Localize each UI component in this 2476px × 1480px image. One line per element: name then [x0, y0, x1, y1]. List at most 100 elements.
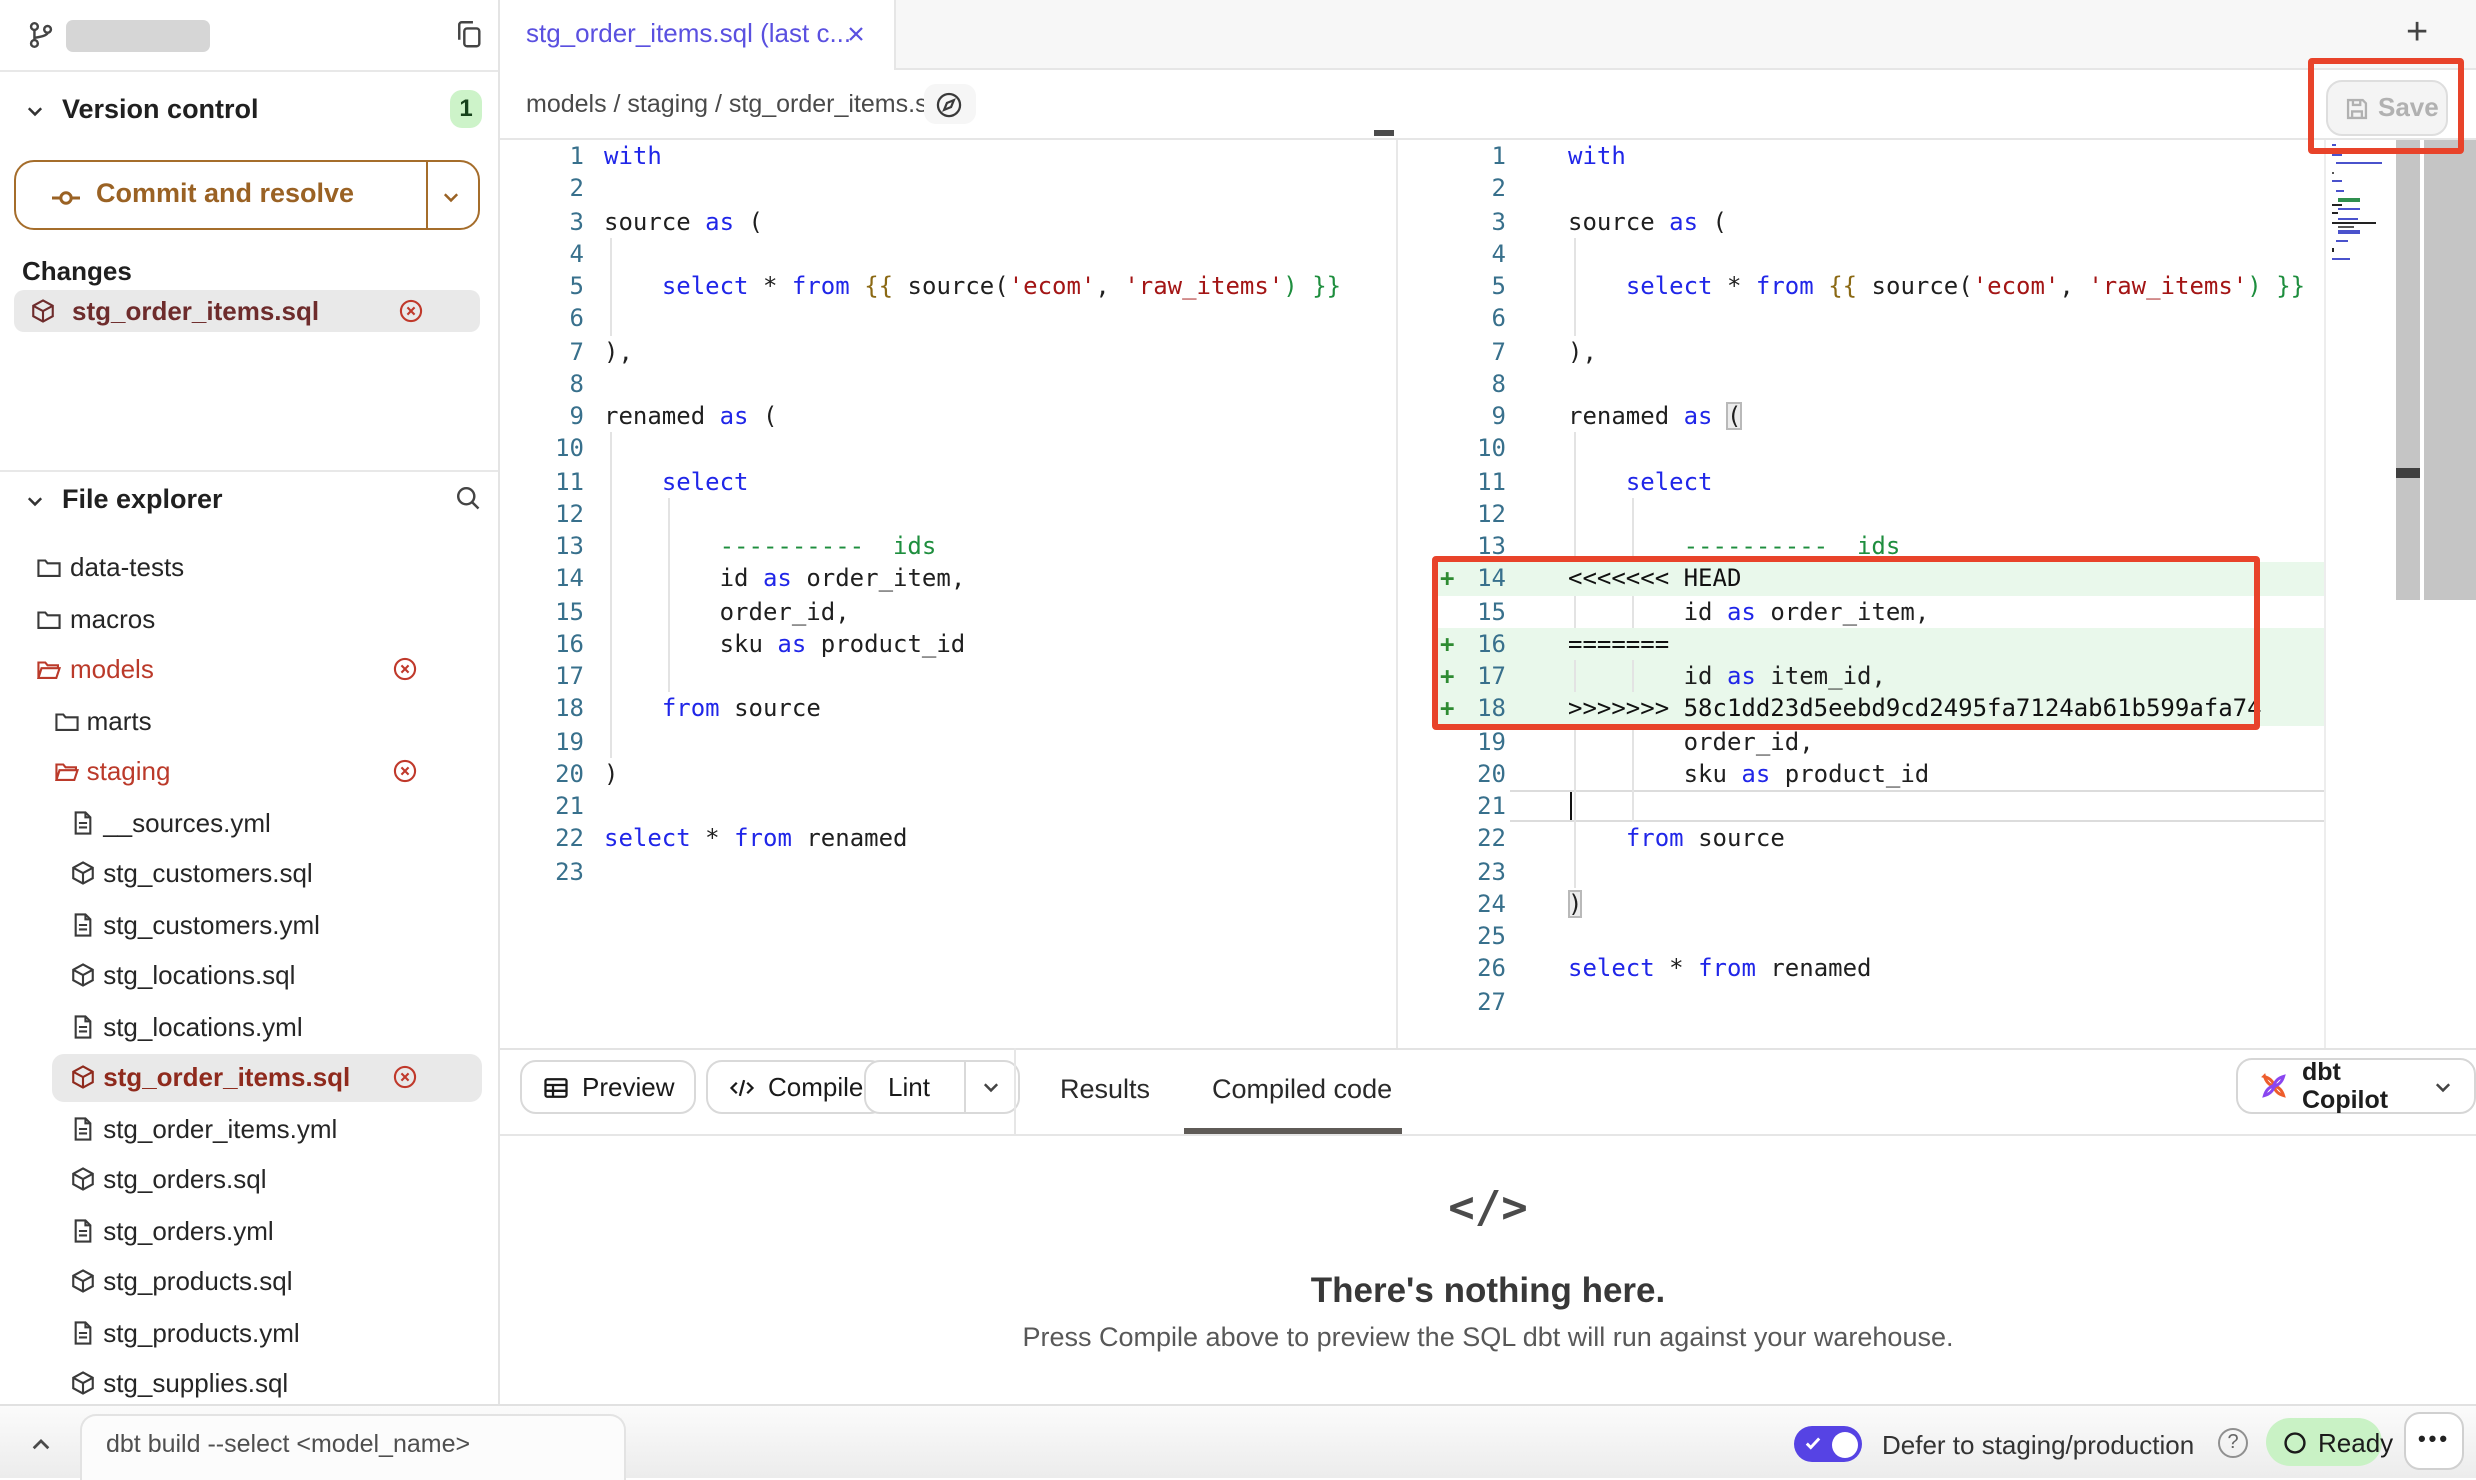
code-line-15[interactable]: 15 order_id,	[500, 595, 1396, 628]
search-icon[interactable]	[454, 484, 482, 512]
commit-dropdown-chevron-icon[interactable]	[440, 186, 462, 208]
discard-change-icon[interactable]	[398, 298, 424, 324]
help-icon[interactable]: ?	[2218, 1428, 2248, 1458]
version-control-chevron-icon[interactable]	[24, 100, 46, 122]
code-line-22[interactable]: 22 from source	[1400, 823, 2324, 856]
code-line-15[interactable]: 15 id as order_item,	[1400, 595, 2324, 628]
code-line-6[interactable]: 6	[1400, 303, 2324, 336]
code-line-21[interactable]: 21	[500, 790, 1396, 823]
code-line-25[interactable]: 25	[1400, 920, 2324, 953]
code-line-5[interactable]: 5 select * from {{ source('ecom', 'raw_i…	[1400, 270, 2324, 303]
preview-button[interactable]: Preview	[520, 1060, 697, 1114]
file-explorer-chevron-icon[interactable]	[24, 490, 46, 512]
defer-toggle[interactable]	[1794, 1426, 1862, 1462]
command-input[interactable]: dbt build --select <model_name>	[80, 1414, 626, 1480]
tab-stg-order-items[interactable]: stg_order_items.sql (last c...	[500, 0, 896, 70]
tab-results[interactable]: Results	[1060, 1074, 1150, 1104]
code-line-22[interactable]: 22select * from renamed	[500, 823, 1396, 856]
code-line-27[interactable]: 27	[1400, 985, 2324, 1018]
discard-change-icon[interactable]	[392, 758, 418, 784]
editor-scrollbar-track[interactable]	[2396, 140, 2420, 600]
code-line-19[interactable]: 19	[500, 725, 1396, 758]
tree-item-data-tests[interactable]: data-tests	[0, 542, 498, 593]
tree-item-stg-products-yml[interactable]: stg_products.yml	[0, 1307, 498, 1358]
tree-item-stg-order-items-sql[interactable]: stg_order_items.sql	[0, 1052, 498, 1103]
code-line-2[interactable]: 2	[1400, 173, 2324, 206]
code-line-26[interactable]: 26select * from renamed	[1400, 953, 2324, 986]
tree-item-marts[interactable]: marts	[0, 695, 498, 746]
tree-item-stg-locations-yml[interactable]: stg_locations.yml	[0, 1001, 498, 1052]
code-line-4[interactable]: 4	[1400, 238, 2324, 271]
tree-item-stg-products-sql[interactable]: stg_products.sql	[0, 1256, 498, 1307]
code-line-20[interactable]: 20 sku as product_id	[1400, 758, 2324, 791]
tree-item-stg-customers-yml[interactable]: stg_customers.yml	[0, 899, 498, 950]
tree-item--sources-yml[interactable]: __sources.yml	[0, 797, 498, 848]
tree-item-stg-order-items-yml[interactable]: stg_order_items.yml	[0, 1103, 498, 1154]
collapse-chevron-up-icon[interactable]	[28, 1432, 54, 1458]
code-line-8[interactable]: 8	[1400, 368, 2324, 401]
lint-dropdown-chevron-icon[interactable]	[964, 1062, 1018, 1112]
code-line-13[interactable]: 13 ---------- ids	[500, 530, 1396, 563]
code-line-12[interactable]: 12	[500, 498, 1396, 531]
discard-change-icon[interactable]	[392, 656, 418, 682]
code-line-7[interactable]: 7),	[1400, 335, 2324, 368]
tree-item-staging[interactable]: staging	[0, 746, 498, 797]
code-line-9[interactable]: 9renamed as (	[500, 400, 1396, 433]
code-line-17[interactable]: +17 id as item_id,	[1400, 660, 2324, 693]
code-line-1[interactable]: 1with	[500, 140, 1396, 173]
left-editor-scrollbar-thumb[interactable]	[1374, 129, 1394, 136]
editor-pane-right[interactable]: 1with23source as (45 select * from {{ so…	[1400, 140, 2326, 1048]
branch-name-redacted[interactable]	[66, 20, 210, 52]
more-options-button[interactable]: •••	[2404, 1412, 2464, 1470]
tree-item-models[interactable]: models	[0, 644, 498, 695]
commit-and-resolve-button[interactable]: Commit and resolve	[14, 160, 480, 230]
changed-file-row[interactable]: stg_order_items.sql	[14, 290, 480, 332]
code-line-14[interactable]: +14<<<<<<< HEAD	[1400, 563, 2324, 596]
code-line-2[interactable]: 2	[500, 173, 1396, 206]
copy-icon[interactable]	[454, 20, 484, 50]
tree-item-stg-locations-sql[interactable]: stg_locations.sql	[0, 950, 498, 1001]
code-line-6[interactable]: 6	[500, 303, 1396, 336]
code-line-4[interactable]: 4	[500, 238, 1396, 271]
tab-compiled-code[interactable]: Compiled code	[1212, 1074, 1392, 1104]
code-line-23[interactable]: 23	[1400, 855, 2324, 888]
editor-scrollbar-thumb[interactable]	[2396, 468, 2420, 477]
window-scrollbar-track[interactable]	[2423, 140, 2476, 600]
lineage-compass-button[interactable]	[924, 84, 976, 124]
code-line-8[interactable]: 8	[500, 368, 1396, 401]
editor-pane-left[interactable]: 1with23source as (45 select * from {{ so…	[500, 140, 1398, 1048]
discard-change-icon[interactable]	[392, 1064, 418, 1090]
code-line-13[interactable]: 13 ---------- ids	[1400, 530, 2324, 563]
code-line-18[interactable]: 18 from source	[500, 693, 1396, 726]
status-badge[interactable]: Ready	[2266, 1418, 2382, 1466]
code-line-10[interactable]: 10	[1400, 433, 2324, 466]
new-tab-button[interactable]: +	[2406, 12, 2428, 56]
tree-item-stg-orders-sql[interactable]: stg_orders.sql	[0, 1154, 498, 1205]
code-line-7[interactable]: 7),	[500, 335, 1396, 368]
code-line-16[interactable]: +16=======	[1400, 628, 2324, 661]
code-line-24[interactable]: 24)	[1400, 888, 2324, 921]
code-line-5[interactable]: 5 select * from {{ source('ecom', 'raw_i…	[500, 270, 1396, 303]
compile-button[interactable]: Compile	[706, 1060, 885, 1114]
version-control-title[interactable]: Version control	[62, 94, 259, 124]
editor-minimap[interactable]	[2332, 144, 2392, 267]
code-line-23[interactable]: 23	[500, 855, 1396, 888]
tree-item-stg-supplies-sql[interactable]: stg_supplies.sql	[0, 1358, 498, 1409]
code-line-1[interactable]: 1with	[1400, 140, 2324, 173]
code-line-3[interactable]: 3source as (	[1400, 205, 2324, 238]
code-line-11[interactable]: 11 select	[1400, 465, 2324, 498]
code-line-14[interactable]: 14 id as order_item,	[500, 563, 1396, 596]
dbt-copilot-button[interactable]: dbt Copilot	[2236, 1058, 2476, 1114]
code-line-18[interactable]: +18>>>>>>> 58c1dd23d5eebd9cd2495fa7124ab…	[1400, 693, 2324, 726]
tree-item-stg-orders-yml[interactable]: stg_orders.yml	[0, 1205, 498, 1256]
file-explorer-title[interactable]: File explorer	[62, 484, 223, 514]
code-line-20[interactable]: 20)	[500, 758, 1396, 791]
code-line-3[interactable]: 3source as (	[500, 205, 1396, 238]
breadcrumb[interactable]: models / staging / stg_order_items.sql	[526, 89, 947, 117]
code-line-21[interactable]: 21	[1400, 790, 2324, 823]
code-line-11[interactable]: 11 select	[500, 465, 1396, 498]
code-line-17[interactable]: 17	[500, 660, 1396, 693]
code-line-16[interactable]: 16 sku as product_id	[500, 628, 1396, 661]
code-line-19[interactable]: 19 order_id,	[1400, 725, 2324, 758]
code-line-9[interactable]: 9renamed as (	[1400, 400, 2324, 433]
